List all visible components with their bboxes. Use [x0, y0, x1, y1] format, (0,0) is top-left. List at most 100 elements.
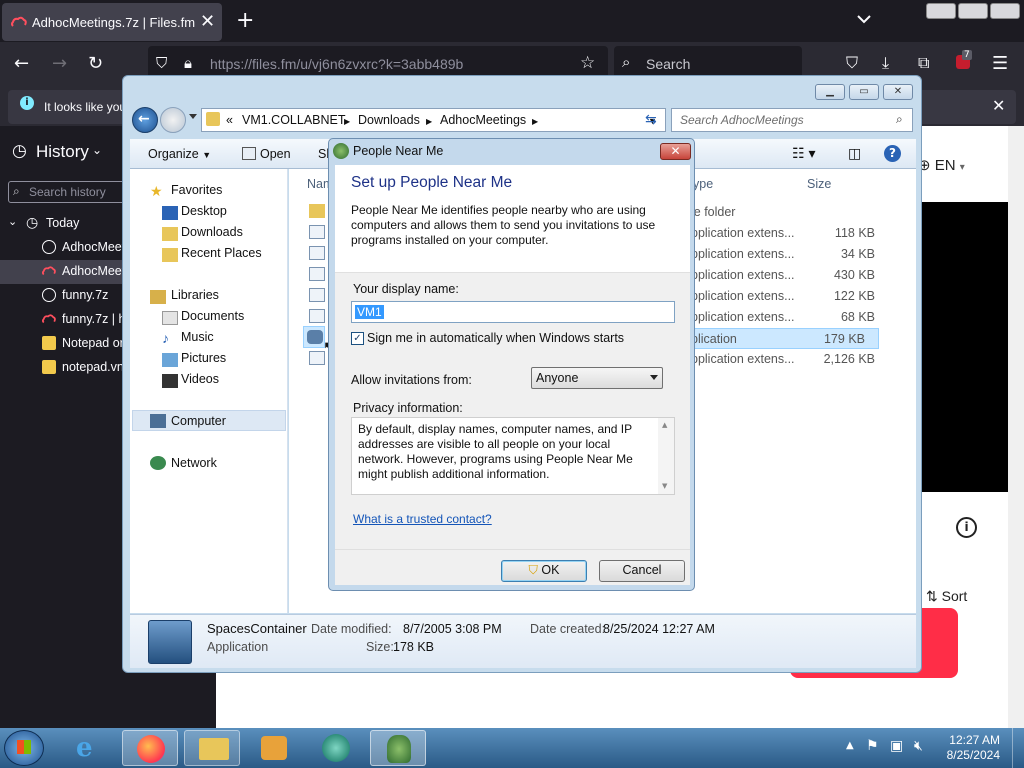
breadcrumb-item[interactable]: AdhocMeetings	[440, 113, 526, 127]
taskbar-people-near-me[interactable]	[370, 730, 426, 766]
taskbar-media-player[interactable]	[246, 730, 302, 766]
dialog-button-bar: ⛉ OK Cancel	[335, 549, 690, 585]
column-header-size[interactable]: Size	[807, 177, 831, 191]
lock-icon[interactable]: 🔒︎	[184, 54, 192, 72]
history-title[interactable]: History	[36, 142, 89, 162]
explorer-search-input[interactable]: Search AdhocMeetings ⌕	[671, 108, 913, 132]
chevron-down-icon[interactable]	[856, 12, 872, 26]
people-icon	[333, 143, 349, 159]
help-icon[interactable]: ?	[884, 145, 901, 162]
restore-button[interactable]	[958, 3, 988, 19]
auto-signin-checkbox[interactable]: ✓	[351, 332, 364, 345]
scroll-down-icon[interactable]: ▼	[662, 482, 667, 490]
chevron-down-icon: ▼	[202, 150, 212, 160]
refresh-icon[interactable]: ⇆	[645, 112, 657, 128]
taskbar-explorer[interactable]	[184, 730, 240, 766]
nav-music[interactable]: Music	[181, 330, 214, 344]
maximize-button[interactable]: ▭	[849, 84, 879, 100]
privacy-scrollbar[interactable]: ▲ ▼	[658, 418, 674, 494]
cancel-button[interactable]: Cancel	[599, 560, 685, 582]
privacy-label: Privacy information:	[353, 401, 463, 415]
pocket-icon[interactable]: ⛉	[846, 53, 858, 73]
new-tab-icon[interactable]: +	[236, 8, 254, 33]
nav-desktop[interactable]: Desktop	[181, 204, 227, 218]
volume-muted-icon[interactable]: 🔇︎	[914, 738, 923, 754]
breadcrumb-separator-icon[interactable]: ▶	[426, 117, 432, 126]
close-notification-icon[interactable]: ✕	[992, 96, 1005, 115]
info-icon[interactable]: i	[956, 517, 977, 538]
tab-title: AdhocMeetings.7z | Files.fm	[32, 15, 196, 30]
start-button[interactable]	[4, 730, 44, 766]
history-item-label: funny.7z | h	[62, 312, 126, 326]
close-button[interactable]: ✕	[883, 84, 913, 100]
nav-downloads[interactable]: Downloads	[181, 225, 243, 239]
sort-button[interactable]: ⇅ Sort	[926, 588, 967, 605]
extension-badge: 7	[962, 50, 972, 60]
breadcrumb-item[interactable]: VM1.COLLABNET	[242, 113, 346, 127]
show-desktop-button[interactable]	[1012, 728, 1024, 768]
auto-signin-label[interactable]: Sign me in automatically when Windows st…	[367, 331, 624, 345]
column-header-type[interactable]: ype	[693, 177, 713, 191]
bookmark-star-icon[interactable]: ☆	[580, 53, 595, 73]
clock-icon: ◷	[12, 141, 27, 160]
change-view-icon[interactable]: ☷ ▾	[792, 145, 815, 162]
file-row-selected[interactable]: plication 179 KB	[679, 328, 879, 349]
forward-icon[interactable]: →	[52, 53, 67, 74]
overflow-chevron-icon[interactable]: «	[226, 113, 233, 127]
nav-favorites[interactable]: Favorites	[171, 183, 222, 197]
extensions-icon[interactable]: ⧉	[918, 53, 929, 73]
close-window-button[interactable]	[990, 3, 1020, 19]
show-hidden-icons-icon[interactable]: ▲	[846, 740, 854, 751]
system-clock[interactable]: 12:27 AM 8/25/2024	[944, 733, 1000, 763]
nav-videos[interactable]: Videos	[181, 372, 219, 386]
nav-recent-places[interactable]: Recent Places	[181, 246, 262, 260]
menu-icon[interactable]: ☰	[992, 53, 1008, 74]
trusted-contact-link[interactable]: What is a trusted contact?	[353, 512, 492, 526]
taskbar-internet-explorer[interactable]: e	[62, 730, 118, 766]
file-size: 2,126 KB	[823, 352, 875, 366]
privacy-textbox[interactable]: By default, display names, computer name…	[351, 417, 675, 495]
taskbar-firefox[interactable]	[122, 730, 178, 766]
recent-pages-chevron-icon[interactable]	[189, 114, 197, 119]
chevron-down-icon[interactable]: ⌄	[92, 143, 102, 157]
history-search-placeholder: Search history	[29, 185, 106, 199]
display-name-input[interactable]: VM1	[351, 301, 675, 323]
download-icon[interactable]: ⤓	[882, 53, 889, 73]
browser-tab[interactable]: AdhocMeetings.7z | Files.fm ✕	[2, 3, 222, 41]
address-bar[interactable]: « VM1.COLLABNET ▶ Downloads ▶ AdhocMeeti…	[201, 108, 666, 132]
breadcrumb-separator-icon[interactable]: ▶	[532, 117, 538, 126]
page-scrollbar[interactable]	[1008, 126, 1024, 728]
action-center-flag-icon[interactable]: ⚑	[866, 738, 879, 754]
preview-pane-icon[interactable]: ◫	[848, 145, 861, 162]
taskbar-app[interactable]	[308, 730, 364, 766]
back-icon[interactable]: ←	[14, 53, 29, 74]
nav-libraries[interactable]: Libraries	[171, 288, 219, 302]
music-icon: ♪	[162, 330, 169, 346]
minimize-button[interactable]: ▁	[815, 84, 845, 100]
back-button[interactable]: ←	[132, 107, 158, 133]
language-selector[interactable]: ⊕ EN ▾	[918, 156, 965, 174]
invitations-select[interactable]: Anyone	[531, 367, 663, 389]
shield-icon[interactable]: ⛉	[156, 54, 167, 72]
network-icon[interactable]: ▣	[890, 738, 903, 754]
dialog-close-button[interactable]: ✕	[660, 143, 691, 160]
organize-button[interactable]: Organize ▼	[148, 147, 211, 161]
reload-icon[interactable]: ↻	[88, 53, 103, 74]
nav-documents[interactable]: Documents	[181, 309, 244, 323]
forward-button[interactable]	[160, 107, 186, 133]
close-tab-icon[interactable]: ✕	[200, 11, 215, 32]
ok-button[interactable]: ⛉ OK	[501, 560, 587, 582]
nav-computer[interactable]: Computer	[171, 414, 226, 428]
breadcrumb-separator-icon[interactable]: ▶	[344, 117, 350, 126]
nav-pictures[interactable]: Pictures	[181, 351, 226, 365]
computer-icon	[150, 414, 166, 428]
scroll-up-icon[interactable]: ▲	[662, 421, 667, 429]
file-type: pplication extens...	[691, 247, 795, 261]
open-button[interactable]: Open	[260, 147, 291, 161]
nav-network[interactable]: Network	[171, 456, 217, 470]
details-size-label: Size:	[366, 640, 394, 654]
minimize-button[interactable]	[926, 3, 956, 19]
display-name-value: VM1	[355, 305, 384, 319]
breadcrumb-item[interactable]: Downloads	[358, 113, 420, 127]
recent-places-icon	[162, 248, 178, 262]
